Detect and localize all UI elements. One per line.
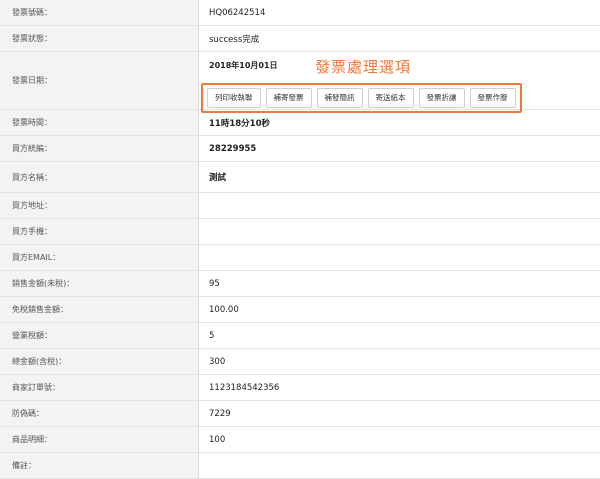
buyer-tax-id-value: 28229955	[209, 143, 257, 154]
field-label: 銷售金額(未稅)：	[0, 271, 199, 296]
field-label: 買方手機：	[0, 219, 199, 244]
row-remark: 備註：	[0, 453, 600, 479]
field-label: 買方名稱：	[0, 162, 199, 192]
field-label: 商家訂單號：	[0, 375, 199, 400]
row-anti-counterfeit: 防偽碼： 7229	[0, 401, 600, 427]
row-invoice-status: 發票狀態： success完成	[0, 26, 600, 52]
field-label: 買方統編：	[0, 136, 199, 161]
tax-free-amount-value: 100.00	[209, 304, 239, 315]
field-label: 發票時間：	[0, 110, 199, 135]
anti-counterfeit-value: 7229	[209, 408, 231, 419]
row-invoice-time: 發票時間： 11時18分10秒	[0, 110, 600, 136]
field-label: 免稅銷售金額：	[0, 297, 199, 322]
row-sales-amount: 銷售金額(未稅)： 95	[0, 271, 600, 297]
row-business-tax: 營業稅額： 5	[0, 323, 600, 349]
product-detail-value: 100	[209, 434, 226, 445]
print-receipt-button[interactable]: 列印收執聯	[207, 88, 261, 108]
invoice-detail-table: 發票號碼： HQ06242514 發票狀態： success完成 發票日期： 2…	[0, 0, 600, 479]
invoice-date-value: 2018年10月01日	[209, 61, 278, 70]
invoice-time-value: 11時18分10秒	[209, 118, 270, 129]
field-label: 備註：	[0, 453, 199, 478]
remark-value	[199, 453, 600, 478]
field-label: 發票狀態：	[0, 26, 199, 51]
business-tax-value: 5	[209, 330, 215, 341]
merchant-order-value: 1123184542356	[209, 382, 280, 393]
invoice-options-annotation: 發票處理選項	[315, 58, 412, 76]
field-label: 營業稅額：	[0, 323, 199, 348]
sales-amount-value: 95	[209, 278, 220, 289]
invoice-allowance-button[interactable]: 發票折讓	[418, 88, 465, 108]
row-buyer-email: 買方EMAIL：	[0, 245, 600, 271]
buyer-email-value	[199, 245, 600, 270]
field-label: 發票日期：	[0, 52, 199, 109]
row-total-amount: 總金額(含稅)： 300	[0, 349, 600, 375]
field-label: 防偽碼：	[0, 401, 199, 426]
field-label: 發票號碼：	[0, 0, 199, 25]
buyer-name-value: 測試	[209, 173, 227, 183]
invoice-action-group: 列印收執聯 補寄發票 補發簡訊 寄送紙本 發票折讓 發票作廢	[201, 83, 522, 113]
invoice-number-value: HQ06242514	[209, 7, 266, 18]
row-invoice-date: 發票日期： 2018年10月01日 列印收執聯 補寄發票 補發簡訊 寄送紙本 發…	[0, 52, 600, 113]
row-product-detail: 商品明細： 100	[0, 427, 600, 453]
invoice-status-value: success完成	[209, 34, 260, 45]
row-merchant-order: 商家訂單號： 1123184542356	[0, 375, 600, 401]
row-tax-free-amount: 免稅銷售金額： 100.00	[0, 297, 600, 323]
row-buyer-tax-id: 買方統編： 28229955	[0, 136, 600, 162]
resend-sms-button[interactable]: 補發簡訊	[316, 88, 363, 108]
send-paper-button[interactable]: 寄送紙本	[367, 88, 414, 108]
field-label: 買方EMAIL：	[0, 245, 199, 270]
void-invoice-button[interactable]: 發票作廢	[469, 88, 516, 108]
resend-invoice-button[interactable]: 補寄發票	[265, 88, 312, 108]
field-label: 買方地址：	[0, 193, 199, 218]
buyer-address-value	[199, 193, 600, 218]
row-buyer-address: 買方地址：	[0, 193, 600, 219]
row-invoice-number: 發票號碼： HQ06242514	[0, 0, 600, 26]
field-label: 總金額(含稅)：	[0, 349, 199, 374]
field-label: 商品明細：	[0, 427, 199, 452]
row-buyer-phone: 買方手機：	[0, 219, 600, 245]
row-buyer-name: 買方名稱： 測試	[0, 162, 600, 193]
total-amount-value: 300	[209, 356, 226, 367]
buyer-phone-value	[199, 219, 600, 244]
